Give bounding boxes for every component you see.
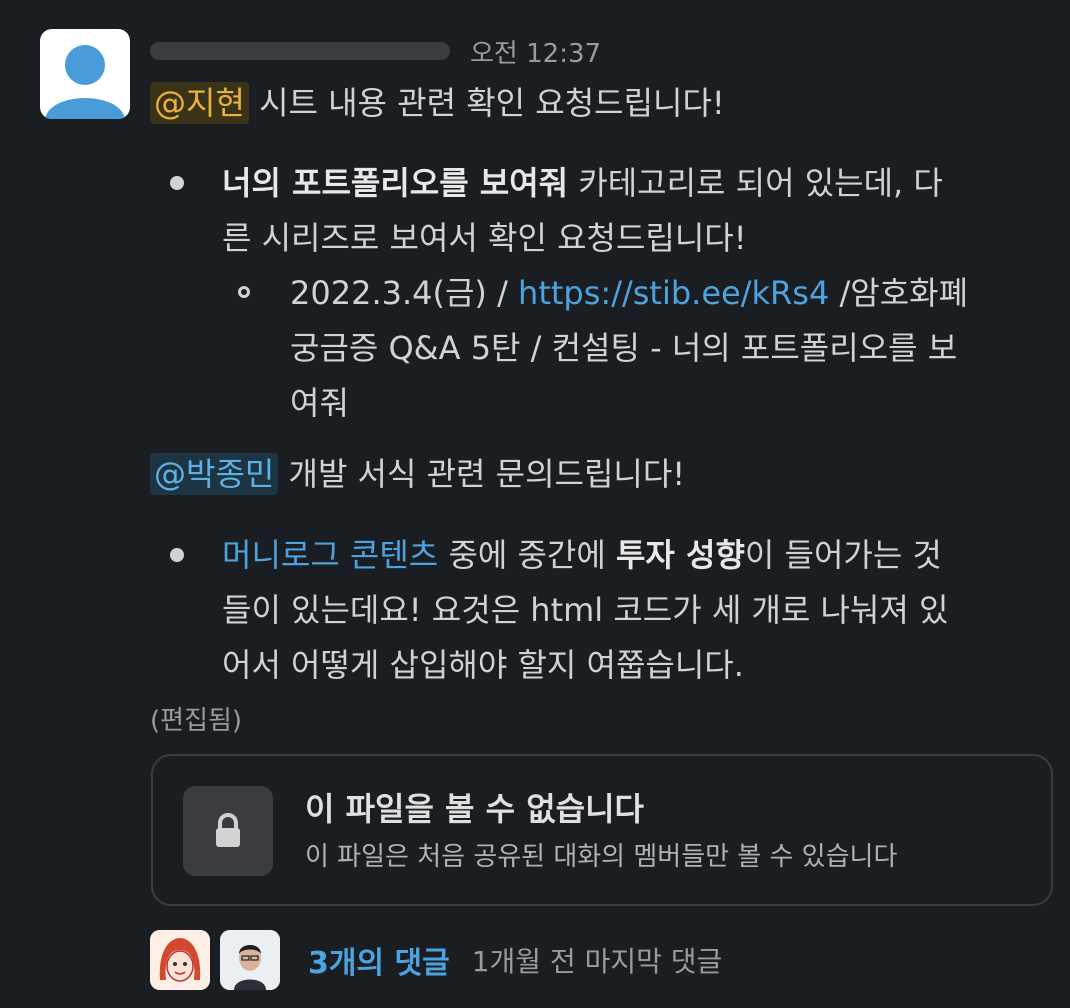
file-card-subtitle: 이 파일은 처음 공유된 대화의 멤버들만 볼 수 있습니다 [305,842,898,872]
mention-parkjongmin[interactable]: @박종민 [150,453,279,495]
replier-avatar-2[interactable] [220,930,280,990]
bullet-text: 카테고리로 되어 있는데, 다 [568,164,943,202]
lock-icon [216,813,240,847]
message-timestamp[interactable]: 오전 12:37 [470,33,601,70]
bullet-2-line-1: 머니로그 콘텐츠 중에 중간에 투자 성향이 들어가는 것 [222,527,942,583]
message-paragraph-1: @지현 시트 내용 관련 확인 요청드립니다! [150,75,725,131]
sender-avatar[interactable] [40,29,130,119]
sub-bullet-line-3: 여줘 [290,384,349,422]
last-reply-time: 1개월 전 마지막 댓글 [471,945,723,978]
user-placeholder-icon [45,45,125,119]
paragraph-text: 시트 내용 관련 확인 요청드립니다! [248,84,725,122]
bold-term: 투자 성향 [615,536,745,574]
content-link[interactable]: 머니로그 콘텐츠 [222,536,438,574]
thread-summary[interactable]: 3개의 댓글 1개월 전 마지막 댓글 [150,930,722,990]
short-link[interactable]: https://stib.ee/kRs4 [518,274,829,312]
file-card-title: 이 파일을 볼 수 없습니다 [305,790,644,828]
bullet-text: 이 들어가는 것 [744,536,942,574]
sub-bullet-line-2: 궁금증 Q&A 5탄 / 컨설팅 - 너의 포트폴리오를 보 [290,329,958,367]
paragraph-text: 개발 서식 관련 문의드립니다! [278,455,686,493]
mention-jihyeon[interactable]: @지현 [150,82,249,124]
bullet-1-line-1: 너의 포트폴리오를 보여줘 카테고리로 되어 있는데, 다 [222,155,943,211]
bullet-dot [170,176,184,190]
bold-category: 너의 포트폴리오를 보여줘 [222,164,569,202]
bullet-2-line-3: 어서 어떻게 삽입해야 할지 여쭙습니다. [222,646,744,684]
bullet-2-line-2: 들이 있는데요! 요것은 html 코드가 세 개로 나눠져 있 [222,591,949,629]
bullet-text: 중에 중간에 [438,536,616,574]
bullet-1-line-2: 른 시리즈로 보여서 확인 요청드립니다! [222,219,747,257]
avatar-illustration-icon [150,930,210,990]
reply-count-link[interactable]: 3개의 댓글 [308,938,450,982]
message-header: 오전 12:37 [150,32,601,70]
avatar-photo-icon [220,930,280,990]
edited-label: (편집됨) [150,706,243,736]
lock-icon-box [183,786,273,876]
message-paragraph-2: @박종민 개발 서식 관련 문의드립니다! [150,446,685,502]
bullet-dot [170,548,184,562]
sub-bullet-date: 2022.3.4(금) / [290,274,519,312]
sub-bullet-circle [238,286,250,298]
sender-name-redacted[interactable] [150,42,450,60]
restricted-file-card[interactable]: 이 파일을 볼 수 없습니다 이 파일은 처음 공유된 대화의 멤버들만 볼 수… [151,754,1053,906]
sub-bullet-text: /암호화폐 [829,274,969,312]
sub-bullet-line-1: 2022.3.4(금) / https://stib.ee/kRs4 /암호화폐 [290,265,968,321]
replier-avatar-1[interactable] [150,930,210,990]
